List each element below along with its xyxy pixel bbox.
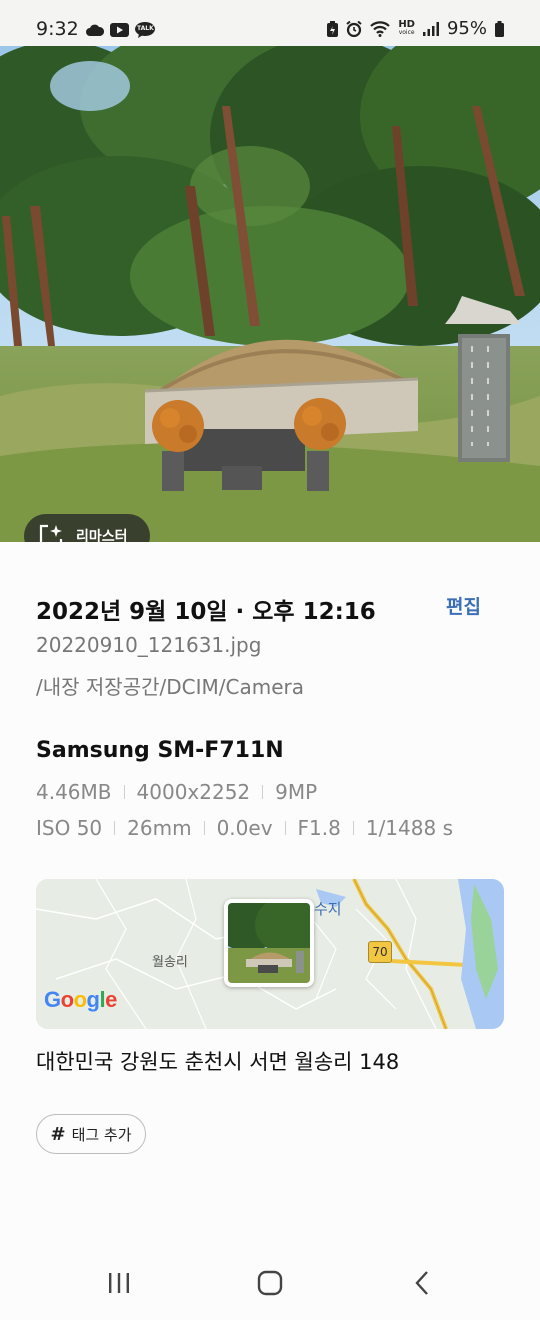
focal-length: 26mm [127, 816, 192, 840]
youtube-icon [110, 23, 129, 37]
divider [123, 785, 125, 799]
file-path: /내장 저장공간/DCIM/Camera [36, 675, 304, 699]
divider [352, 821, 354, 835]
photo-datetime: 2022년 9월 10일 · 오후 12:16 [36, 599, 376, 625]
wifi-icon [370, 20, 391, 37]
hd-label: HD [398, 18, 415, 30]
voice-label: voice [398, 28, 415, 36]
google-letter-g: G [44, 987, 61, 1012]
iso: ISO 50 [36, 816, 103, 840]
google-letter-e: e [105, 987, 117, 1012]
remaster-button[interactable]: 리마스터 [24, 514, 150, 542]
navigation-bar [0, 1240, 540, 1320]
file-name: 20220910_121631.jpg [36, 633, 262, 657]
megapixels: 9MP [275, 780, 318, 804]
village-label: 월송리 [152, 955, 188, 970]
divider [114, 821, 116, 835]
divider [262, 785, 264, 799]
hash-icon: # [50, 1123, 66, 1145]
divider [203, 821, 205, 835]
signal-icon [422, 21, 439, 36]
cloud-icon [86, 24, 104, 36]
edit-button[interactable]: 편집 [446, 592, 481, 619]
google-letter-g2: g [86, 987, 100, 1012]
google-letter-o2: o [73, 987, 87, 1012]
add-tag-label: 태그 추가 [71, 1125, 132, 1144]
status-time: 9:32 [36, 18, 79, 40]
alarm-icon [346, 20, 362, 37]
sparkle-icon [38, 523, 64, 542]
hd-voice-icon: HD voice [398, 18, 415, 37]
battery-saver-icon [327, 20, 339, 37]
resolution: 4000x2252 [136, 780, 251, 804]
file-size: 4.46MB [36, 780, 112, 804]
status-bar: 9:32 TALK HD voice 95% [0, 0, 540, 46]
map-photo-thumbnail[interactable] [224, 899, 314, 987]
home-icon[interactable] [257, 1270, 283, 1296]
back-icon[interactable] [410, 1270, 436, 1296]
google-letter-o: o [60, 987, 74, 1012]
battery-icon [495, 20, 504, 37]
system-indicators: HD voice 95% [327, 18, 504, 39]
recent-apps-icon[interactable] [106, 1270, 132, 1296]
aperture: F1.8 [297, 816, 341, 840]
shutter-speed: 1/1488 s [365, 816, 453, 840]
battery-percent: 95% [446, 18, 487, 39]
kakaotalk-icon: TALK [135, 22, 155, 38]
photo-image [0, 46, 540, 542]
exposure-specs-row: ISO 50 26mm 0.0ev F1.8 1/1488 s [36, 816, 453, 840]
add-tag-button[interactable]: # 태그 추가 [36, 1114, 146, 1154]
remaster-label: 리마스터 [76, 529, 128, 542]
exposure-value: 0.0ev [216, 816, 273, 840]
notification-icons: TALK [86, 22, 155, 38]
location-address: 대한민국 강원도 춘천시 서면 월송리 148 [36, 1050, 400, 1074]
kakaotalk-label: TALK [137, 25, 154, 32]
photo-viewer[interactable]: 리마스터 [0, 46, 540, 542]
location-map[interactable]: 수지 월송리 70 Google [36, 879, 504, 1029]
thumbnail-image [228, 903, 310, 983]
file-specs-row: 4.46MB 4000x2252 9MP [36, 780, 317, 804]
divider [284, 821, 286, 835]
route-badge: 70 [368, 941, 392, 963]
reservoir-label: 수지 [314, 900, 342, 918]
camera-model: Samsung SM-F711N [36, 738, 284, 763]
google-logo: Google [44, 987, 117, 1013]
